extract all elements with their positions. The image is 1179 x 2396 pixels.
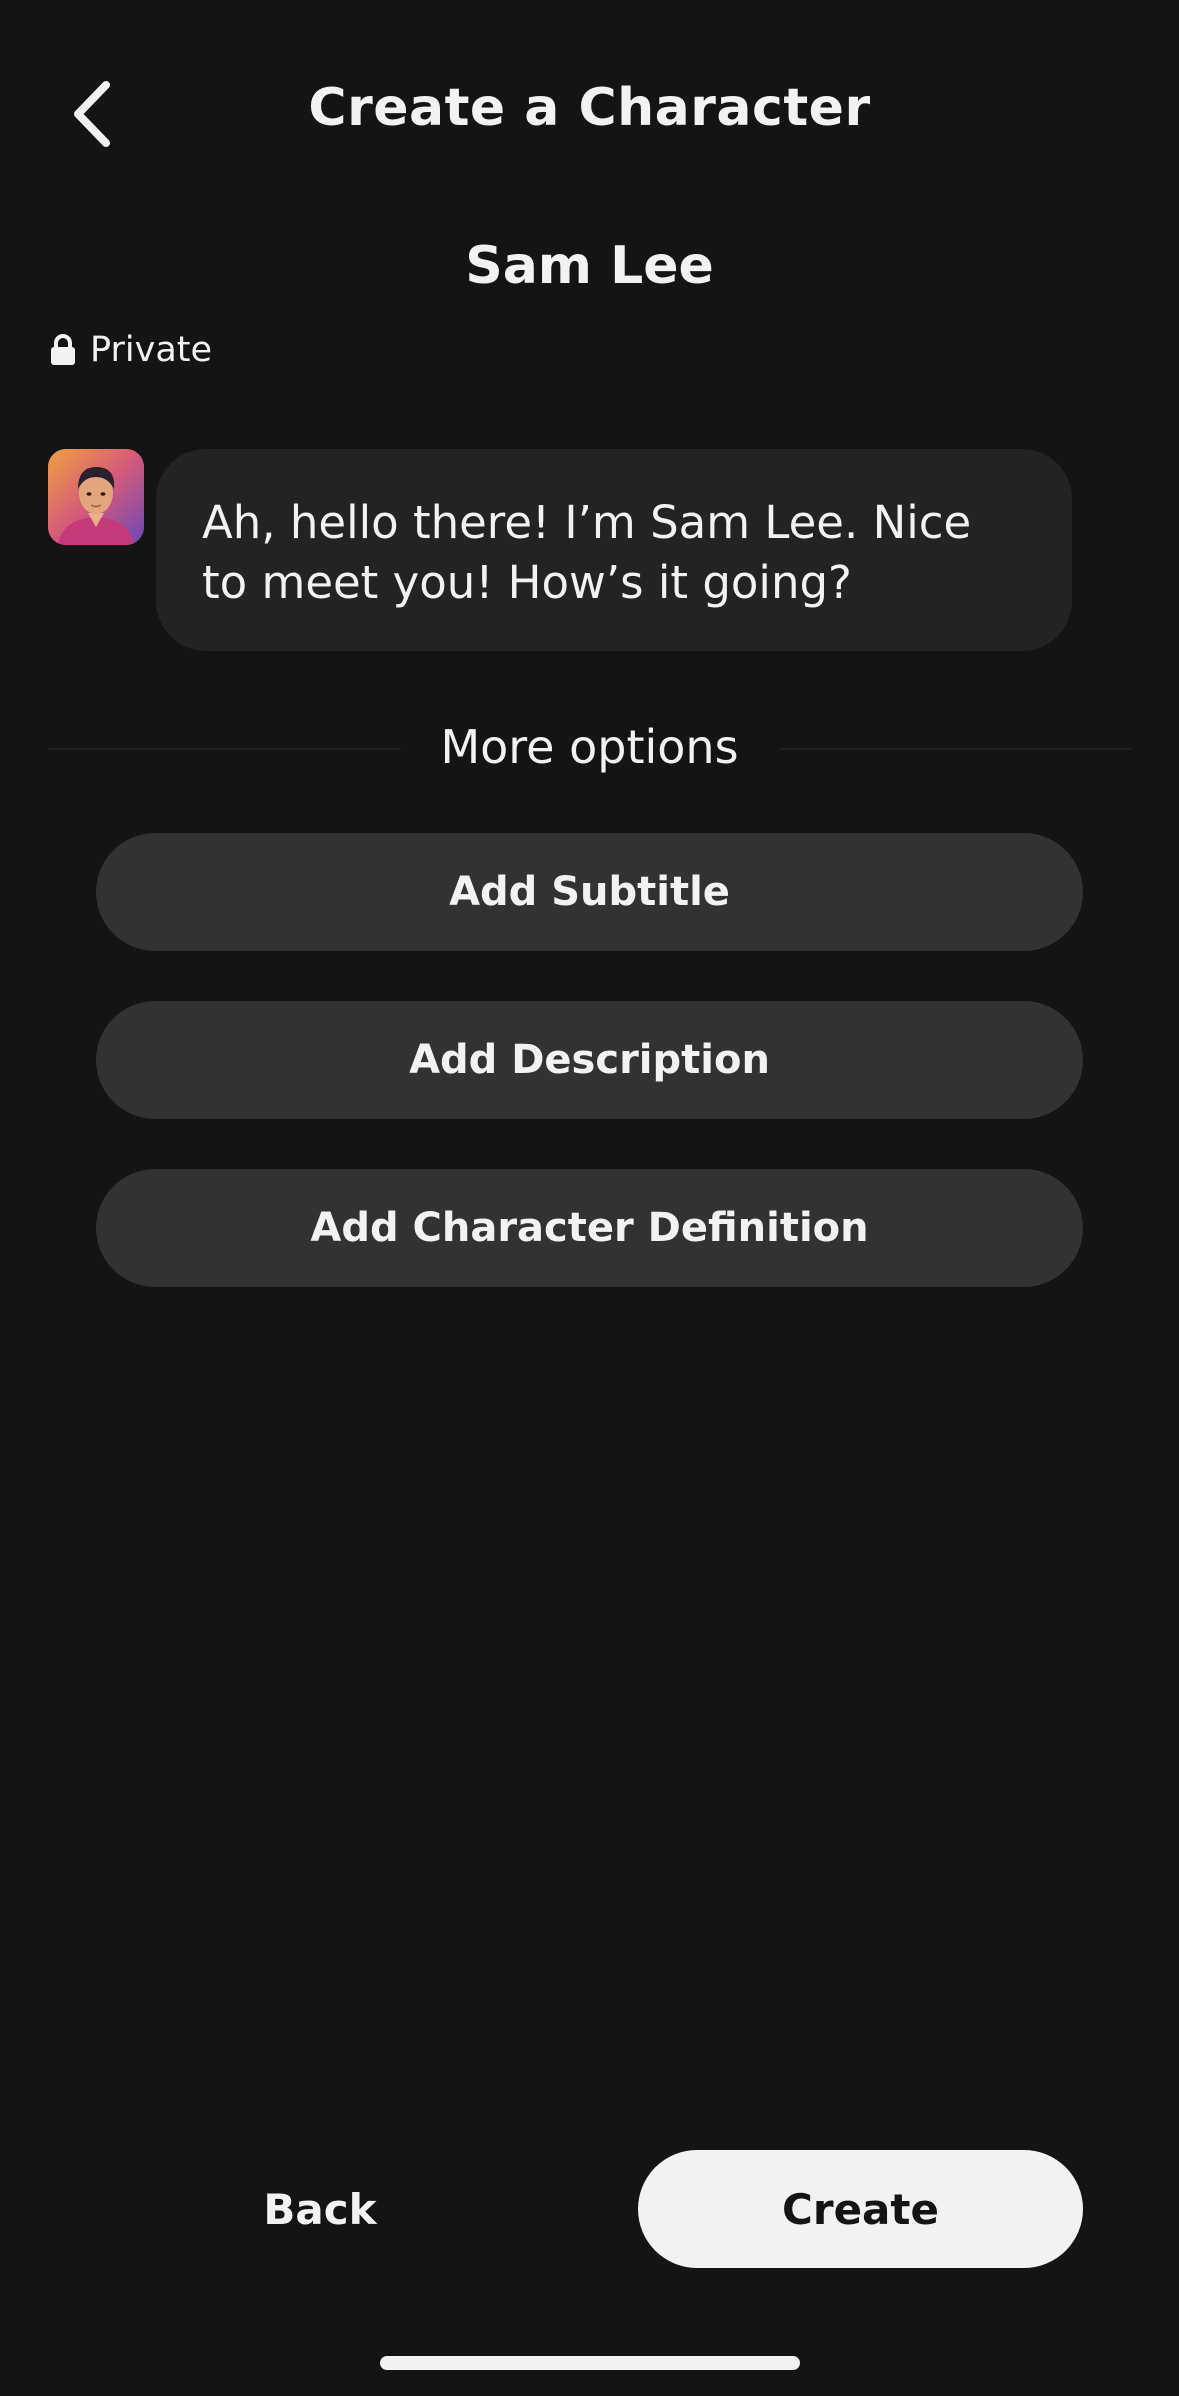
add-character-definition-button[interactable]: Add Character Definition — [96, 1169, 1083, 1287]
more-options-divider: More options — [48, 720, 1131, 780]
lock-icon — [51, 334, 75, 365]
more-options-label: More options — [400, 720, 779, 774]
visibility-label: Private — [90, 330, 213, 370]
header: Create a Character — [0, 0, 1179, 230]
visibility-selector[interactable]: Private — [50, 330, 212, 370]
greeting-bubble: Ah, hello there! I’m Sam Lee. Nice to me… — [156, 449, 1072, 651]
avatar[interactable] — [48, 449, 144, 545]
page-title: Create a Character — [308, 78, 871, 138]
back-footer-button[interactable]: Back — [200, 2150, 440, 2268]
create-button[interactable]: Create — [638, 2150, 1083, 2268]
home-indicator — [380, 2356, 800, 2370]
character-avatar-image — [48, 449, 144, 545]
add-subtitle-button[interactable]: Add Subtitle — [96, 833, 1083, 951]
add-description-button[interactable]: Add Description — [96, 1001, 1083, 1119]
character-name: Sam Lee — [465, 236, 714, 296]
